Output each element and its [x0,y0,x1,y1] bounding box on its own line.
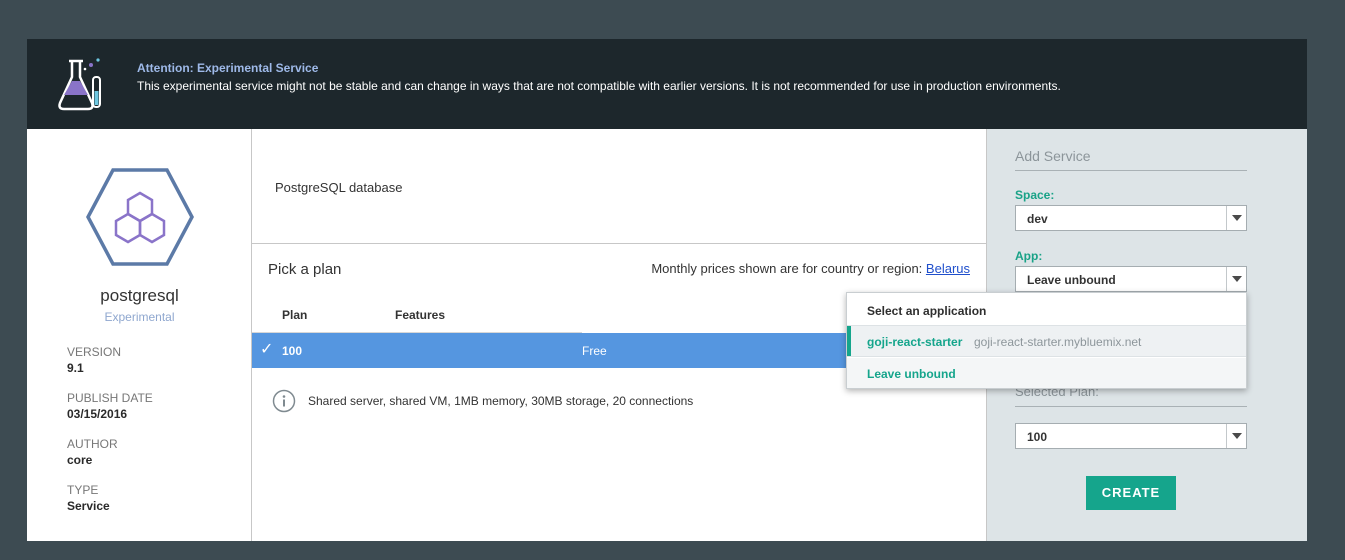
checkmark-icon: ✓ [260,341,274,358]
pick-plan-title: Pick a plan [268,261,342,278]
divider [1015,170,1247,171]
meta-type: TYPE Service [67,483,110,513]
plan-select-value: 100 [1027,430,1048,444]
meta-label: VERSION [67,345,122,359]
add-service-title: Add Service [1015,148,1091,164]
meta-author: AUTHOR core [67,437,118,467]
beaker-flask-icon [58,58,101,111]
meta-version: VERSION 9.1 [67,345,121,375]
plan-feature-text: Shared server, shared VM, 1MB memory, 30… [308,394,694,408]
service-name: postgresql [100,286,179,305]
create-button[interactable]: CREATE [1086,476,1176,510]
chevron-down-icon [1226,267,1246,291]
service-info-panel: postgresql Experimental VERSION 9.1 PUBL… [27,129,252,541]
dropdown-header: Select an application [867,304,987,318]
region-note-text: Monthly prices shown are for country or … [651,261,923,276]
column-header-features: Features [395,308,446,322]
dropdown-item-goji-react-starter[interactable]: goji-react-starter goji-react-starter.my… [847,325,1246,357]
meta-value: Service [67,499,110,513]
service-tag: Experimental [104,310,175,324]
app-label: App: [1015,249,1043,263]
info-icon [272,389,296,413]
space-select[interactable]: dev [1015,205,1247,231]
column-header-plan: Plan [282,308,308,322]
dropdown-item-name: Leave unbound [867,367,956,381]
space-select-value: dev [1027,212,1048,226]
region-link[interactable]: Belarus [926,261,970,276]
divider [1015,406,1247,407]
service-description: PostgreSQL database [275,180,403,195]
banner-message: This experimental service might not be s… [137,79,1061,93]
region-note: Monthly prices shown are for country or … [651,261,970,276]
divider [252,243,986,244]
banner-title: Attention: Experimental Service [137,61,319,75]
app-dropdown-menu: Select an application goji-react-starter… [846,292,1247,389]
service-page: Attention: Experimental Service This exp… [27,39,1307,541]
plan-name: 100 [282,344,303,358]
hexagon-cubes-logo-icon [86,168,194,266]
meta-label: TYPE [67,483,99,497]
meta-value: core [67,453,93,467]
chevron-down-icon [1226,206,1246,230]
meta-value: 9.1 [67,361,84,375]
space-label: Space: [1015,188,1055,202]
dropdown-item-leave-unbound[interactable]: Leave unbound [847,358,1246,388]
plan-price: Free [582,344,607,358]
experimental-banner: Attention: Experimental Service This exp… [27,39,1307,129]
app-select[interactable]: Leave unbound [1015,266,1247,292]
meta-label: PUBLISH DATE [67,391,153,405]
dropdown-item-name: goji-react-starter [867,335,963,349]
dropdown-item-url: goji-react-starter.mybluemix.net [974,335,1142,349]
meta-label: AUTHOR [67,437,118,451]
chevron-down-icon [1226,424,1246,448]
meta-publish-date: PUBLISH DATE 03/15/2016 [67,391,153,421]
app-select-value: Leave unbound [1027,273,1116,287]
plan-select[interactable]: 100 [1015,423,1247,449]
meta-value: 03/15/2016 [67,407,128,421]
